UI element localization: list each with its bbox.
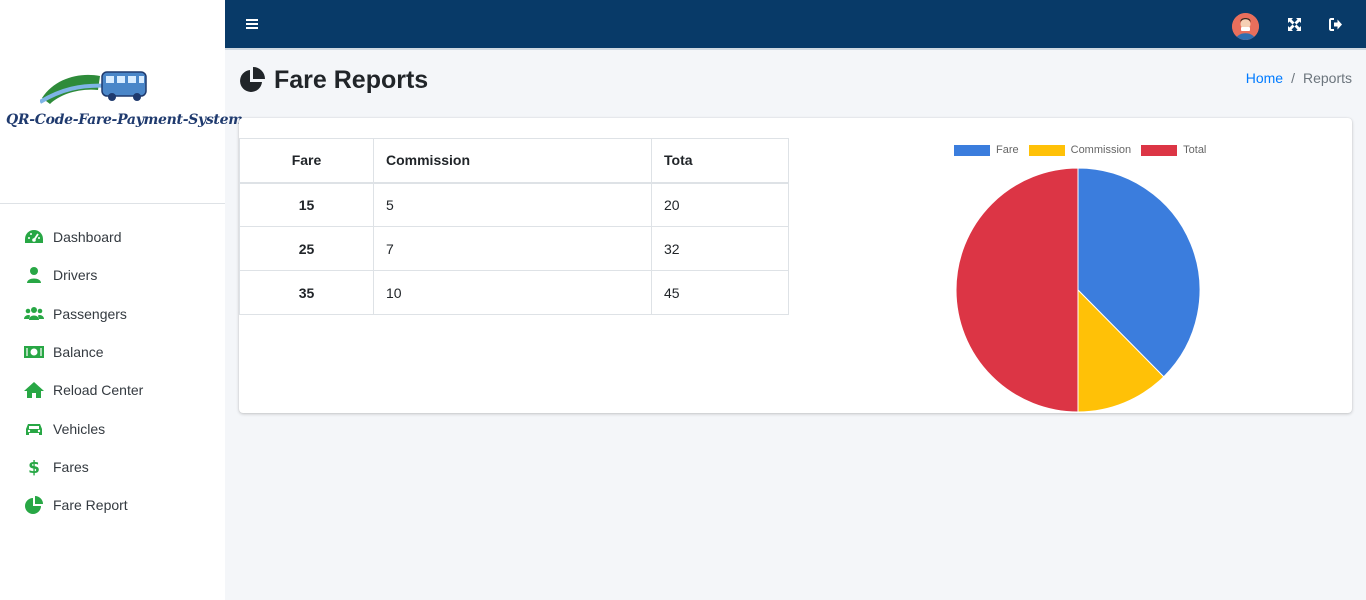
fullscreen-icon[interactable] xyxy=(1287,17,1302,32)
sidebar-item-label: Fares xyxy=(53,458,89,475)
user-icon xyxy=(24,266,44,284)
user-avatar[interactable] xyxy=(1232,13,1259,40)
cell-fare: 15 xyxy=(239,182,374,227)
table-row: 15 5 20 xyxy=(239,182,789,227)
sidebar-item-dashboard[interactable]: Dashboard xyxy=(0,218,225,256)
breadcrumb-separator: / xyxy=(1291,70,1295,86)
svg-text:$: $ xyxy=(28,458,40,476)
sidebar-nav: Dashboard Drivers Passengers Balance Rel… xyxy=(0,204,225,524)
brand-text: QR-Code-Fare-Payment-System xyxy=(6,112,243,128)
users-icon xyxy=(24,305,44,323)
cell-commission: 5 xyxy=(373,182,652,227)
cell-commission: 10 xyxy=(373,270,652,315)
sidebar-item-vehicles[interactable]: Vehicles xyxy=(0,409,225,447)
cell-fare: 35 xyxy=(239,270,374,315)
sidebar-item-label: Dashboard xyxy=(53,229,122,246)
table-row: 25 7 32 xyxy=(239,226,789,271)
cell-fare: 25 xyxy=(239,226,374,271)
cell-total: 45 xyxy=(651,270,789,315)
report-card: Fare Commission Tota 15 5 20 25 7 32 35 … xyxy=(239,118,1352,413)
table-header-row: Fare Commission Tota xyxy=(239,138,789,184)
sidebar-item-passengers[interactable]: Passengers xyxy=(0,295,225,333)
page-header: Fare Reports xyxy=(238,66,428,95)
sidebar-item-reload-center[interactable]: Reload Center xyxy=(0,371,225,409)
column-header-commission: Commission xyxy=(373,138,652,184)
cell-commission: 7 xyxy=(373,226,652,271)
sidebar-item-label: Drivers xyxy=(53,267,98,284)
sidebar-item-label: Balance xyxy=(53,344,104,361)
tachometer-icon xyxy=(24,228,44,246)
sidebar-item-label: Passengers xyxy=(53,305,127,322)
fare-table: Fare Commission Tota 15 5 20 25 7 32 35 … xyxy=(239,138,789,315)
hamburger-menu-icon[interactable] xyxy=(245,17,259,31)
page-title: Fare Reports xyxy=(274,66,429,94)
breadcrumb-home-link[interactable]: Home xyxy=(1246,70,1283,86)
sidebar-item-fares[interactable]: $ Fares xyxy=(0,448,225,486)
chart-pie-icon xyxy=(240,66,265,92)
sidebar-item-label: Reload Center xyxy=(53,382,144,399)
logout-icon[interactable] xyxy=(1328,17,1343,32)
sidebar-item-label: Vehicles xyxy=(53,420,106,437)
sidebar-item-balance[interactable]: Balance xyxy=(0,333,225,371)
home-icon xyxy=(24,381,44,399)
pie-slice-total[interactable] xyxy=(955,167,1079,413)
sidebar-item-drivers[interactable]: Drivers xyxy=(0,256,225,294)
cell-total: 20 xyxy=(651,182,789,227)
column-header-total: Tota xyxy=(651,138,789,184)
topbar xyxy=(225,0,1366,50)
table-row: 35 10 45 xyxy=(239,270,789,315)
money-bill-icon xyxy=(24,343,44,361)
chart-pie-icon xyxy=(24,496,44,515)
sidebar-item-label: Fare Report xyxy=(53,497,128,514)
breadcrumb: Home / Reports xyxy=(1246,70,1352,86)
column-header-fare: Fare xyxy=(239,138,374,184)
bus-logo-icon xyxy=(40,71,147,104)
pie-chart xyxy=(955,167,1201,413)
sidebar-item-fare-report[interactable]: Fare Report xyxy=(0,486,225,524)
sidebar: QR-Code-Fare-Payment-System Dashboard Dr… xyxy=(0,0,243,600)
car-icon xyxy=(24,420,44,438)
brand[interactable]: QR-Code-Fare-Payment-System xyxy=(0,0,243,204)
breadcrumb-current: Reports xyxy=(1302,70,1352,86)
cell-total: 32 xyxy=(651,226,789,271)
dollar-icon: $ xyxy=(24,458,44,476)
